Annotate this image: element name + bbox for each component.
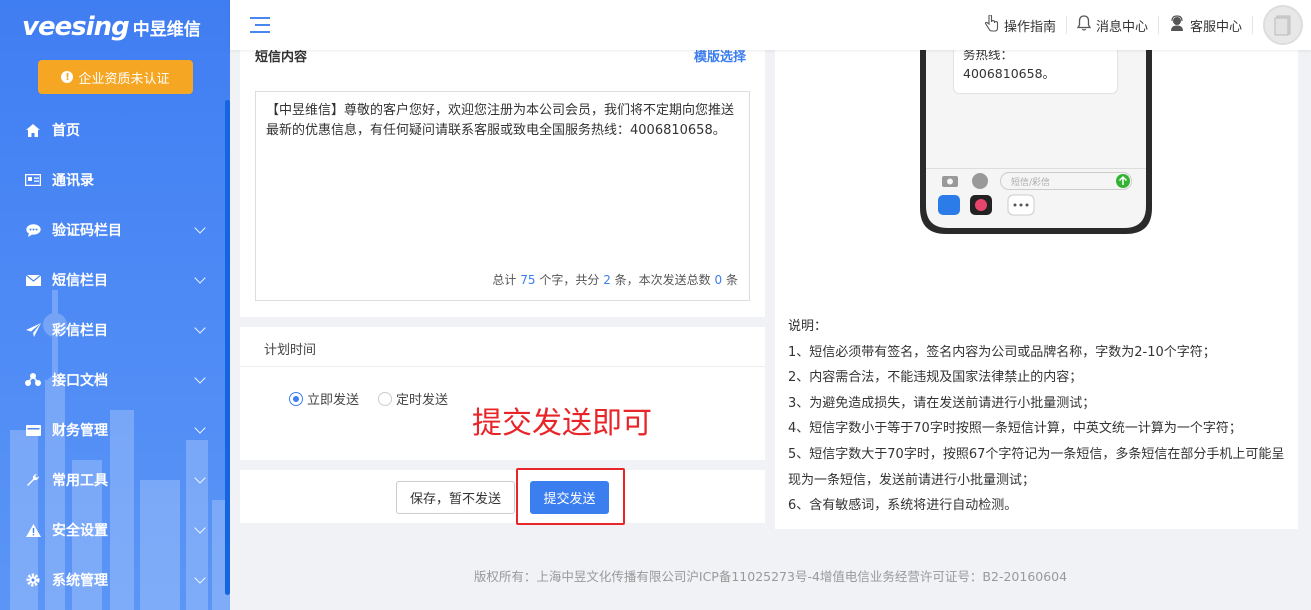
sidebar: veesing 中昱维信 ! 企业资质未认证 首页 通讯录 验证码栏目 短信栏目… <box>0 0 230 610</box>
envelope-icon <box>25 272 41 288</box>
appstore-icon <box>972 173 988 189</box>
parts-count: 2 <box>603 273 611 287</box>
chevron-down-icon <box>194 322 206 334</box>
send-now-label: 立即发送 <box>307 393 360 408</box>
gear-icon <box>25 572 41 588</box>
top-header: 操作指南 消息中心 客服中心 <box>230 0 1311 50</box>
sidebar-item-label: 首页 <box>52 123 80 139</box>
chevron-down-icon <box>194 272 206 284</box>
sms-content-text: 【中昱维信】尊敬的客户您好，欢迎您注册为本公司会员，我们将不定期向您推送最新的优… <box>266 103 735 138</box>
save-draft-button[interactable]: 保存，暂不发送 <box>396 481 515 514</box>
sidebar-scrollbar[interactable] <box>225 100 230 595</box>
explanation-line: 1、短信必须带有签名，签名内容为公司或品牌名称，字数为2-10个字符； <box>788 344 1216 360</box>
send-now-radio[interactable]: 立即发送 <box>289 389 359 408</box>
sms-content-textarea[interactable]: 【中昱维信】尊敬的客户您好，欢迎您注册为本公司会员，我们将不定期向您推送最新的优… <box>255 91 750 301</box>
annotation-text: 提交发送即可 <box>472 406 652 441</box>
chevron-down-icon <box>194 372 206 384</box>
footer-copyright: 版权所有：上海中昱文化传播有限公司沪ICP备11025273号-4增值电信业务经… <box>473 569 1068 584</box>
messages-label: 消息中心 <box>1095 19 1148 35</box>
sidebar-item-label: 系统管理 <box>52 573 108 589</box>
divider <box>240 366 765 367</box>
sidebar-item-home[interactable]: 首页 <box>0 105 230 155</box>
char-count: 75 <box>520 273 536 287</box>
avatar[interactable] <box>1263 5 1303 45</box>
sidebar-item-label: 安全设置 <box>52 523 108 539</box>
phone-message-input: 短信/彩信 <box>1000 172 1132 190</box>
logo[interactable]: veesing 中昱维信 <box>22 10 201 44</box>
radio-unchecked-icon <box>378 391 392 406</box>
sidebar-item-mms[interactable]: 彩信栏目 <box>0 305 230 355</box>
chevron-down-icon <box>194 572 206 584</box>
sidebar-nav: 首页 通讯录 验证码栏目 短信栏目 彩信栏目 接口文档 财务管理 常用工具 安全… <box>0 105 230 605</box>
bubble-line-2: 4006810658。 <box>963 66 1056 81</box>
radio-checked-icon <box>289 391 303 406</box>
sidebar-item-security[interactable]: 安全设置 <box>0 505 230 555</box>
sidebar-item-label: 财务管理 <box>52 423 108 439</box>
chat-icon <box>25 222 41 238</box>
wallet-icon <box>25 422 41 438</box>
sidebar-item-label: 常用工具 <box>52 473 108 489</box>
service-label: 客服中心 <box>1189 19 1242 35</box>
explanation-line: 6、含有敏感词，系统将进行自动检测。 <box>788 498 1018 514</box>
hand-pointer-icon <box>984 13 999 36</box>
sidebar-item-label: 接口文档 <box>52 373 108 389</box>
sidebar-item-label: 验证码栏目 <box>52 223 122 239</box>
chevron-down-icon <box>194 472 206 484</box>
logo-en: veesing <box>22 12 130 42</box>
explanation: 说明： 1、短信必须带有签名，签名内容为公司或品牌名称，字数为2-10个字符； … <box>788 314 1288 519</box>
sms-counter: 总计 75 个字，共分 2 条，本次发送总数 0 条 <box>492 273 738 287</box>
chevron-down-icon <box>194 222 206 234</box>
total-count: 0 <box>714 273 723 287</box>
sidebar-item-api-docs[interactable]: 接口文档 <box>0 355 230 405</box>
sidebar-item-label: 通讯录 <box>52 173 94 189</box>
explanation-title: 说明： <box>788 319 828 334</box>
send-timed-label: 定时发送 <box>396 393 449 408</box>
guide-label: 操作指南 <box>1003 19 1056 35</box>
sidebar-item-verification[interactable]: 验证码栏目 <box>0 205 230 255</box>
paper-plane-icon <box>25 322 41 338</box>
appstore-app-icon <box>938 195 960 215</box>
sidebar-item-finance[interactable]: 财务管理 <box>0 405 230 455</box>
explanation-line: 5、短信字数大于70字时，按照67个字符记为一条短信，多条短信在部分手机上可能呈… <box>788 446 1285 488</box>
camera-icon <box>942 176 958 187</box>
sidebar-item-system[interactable]: 系统管理 <box>0 555 230 605</box>
sidebar-item-contacts[interactable]: 通讯录 <box>0 155 230 205</box>
home-icon <box>25 122 41 138</box>
menu-toggle-icon[interactable] <box>250 17 270 33</box>
header-actions: 操作指南 消息中心 客服中心 <box>974 0 1311 50</box>
annotation-highlight-box <box>516 468 625 525</box>
guide-link[interactable]: 操作指南 <box>974 13 1067 36</box>
sitemap-icon <box>25 372 41 388</box>
wrench-icon <box>25 472 41 488</box>
customer-service-icon <box>1169 15 1185 35</box>
certification-label: 企业资质未认证 <box>78 71 170 87</box>
chevron-down-icon <box>194 422 206 434</box>
sidebar-item-tools[interactable]: 常用工具 <box>0 455 230 505</box>
certification-button[interactable]: ! 企业资质未认证 <box>38 60 193 94</box>
sidebar-item-label: 彩信栏目 <box>52 323 108 339</box>
messages-link[interactable]: 消息中心 <box>1067 15 1159 35</box>
bell-icon <box>1076 15 1092 35</box>
logo-cn: 中昱维信 <box>132 19 201 40</box>
explanation-line: 4、短信字数小于等于70字时按照一条短信计算，中英文统一计算为一个字符； <box>788 421 1242 437</box>
chevron-down-icon <box>194 522 206 534</box>
explanation-line: 3、为避免造成损失，请在发送前请进行小批量测试； <box>788 395 1096 411</box>
sidebar-item-label: 短信栏目 <box>52 273 108 289</box>
service-link[interactable]: 客服中心 <box>1159 15 1253 35</box>
send-timed-radio[interactable]: 定时发送 <box>378 389 448 408</box>
warning-icon <box>25 522 41 538</box>
sidebar-item-sms[interactable]: 短信栏目 <box>0 255 230 305</box>
schedule-title: 计划时间 <box>264 343 317 358</box>
info-icon: ! <box>61 71 74 83</box>
address-book-icon <box>25 172 41 188</box>
explanation-line: 2、内容需合法，不能违规及国家法律禁止的内容； <box>788 370 1083 386</box>
